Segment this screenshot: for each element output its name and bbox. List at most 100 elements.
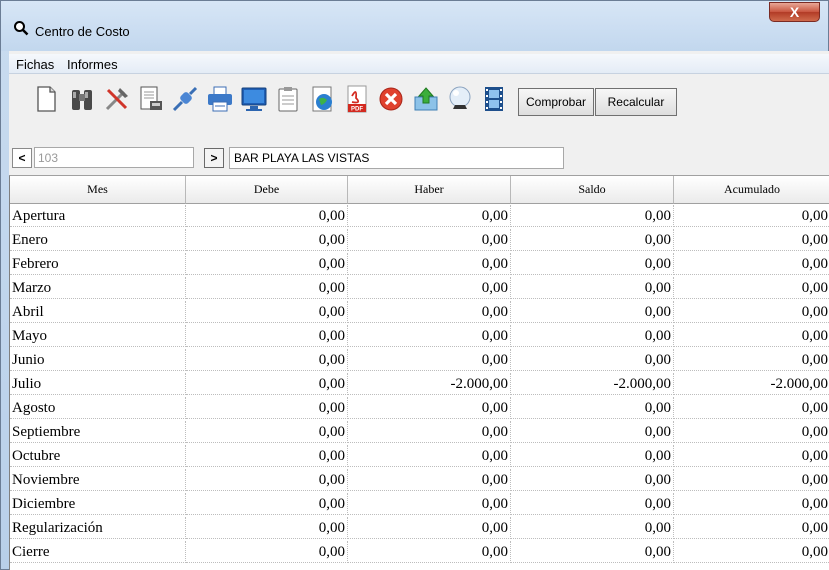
cell-saldo[interactable]: 0,00 <box>511 469 674 491</box>
table-row[interactable]: Febrero 0,00 0,00 0,00 0,00 <box>10 253 829 275</box>
cell-debe[interactable]: 0,00 <box>186 253 348 275</box>
cell-mes[interactable]: Septiembre <box>10 421 186 443</box>
cell-haber[interactable]: 0,00 <box>348 541 511 563</box>
cell-mes[interactable]: Apertura <box>10 205 186 227</box>
film-icon[interactable] <box>479 84 509 114</box>
code-field[interactable] <box>34 147 194 168</box>
cell-haber[interactable]: 0,00 <box>348 517 511 539</box>
cell-haber[interactable]: -2.000,00 <box>348 373 511 395</box>
new-document-icon[interactable] <box>31 84 61 114</box>
table-row[interactable]: Cierre 0,00 0,00 0,00 0,00 <box>10 541 829 563</box>
column-header-acumulado[interactable]: Acumulado <box>674 176 829 204</box>
cell-acumulado[interactable]: 0,00 <box>674 517 829 539</box>
comprobar-button[interactable]: Comprobar <box>518 88 594 116</box>
cell-mes[interactable]: Enero <box>10 229 186 251</box>
cell-debe[interactable]: 0,00 <box>186 493 348 515</box>
cell-saldo[interactable]: 0,00 <box>511 493 674 515</box>
table-row[interactable]: Mayo 0,00 0,00 0,00 0,00 <box>10 325 829 347</box>
table-row[interactable]: Diciembre 0,00 0,00 0,00 0,00 <box>10 493 829 515</box>
export-icon[interactable] <box>411 84 441 114</box>
name-field[interactable] <box>229 147 564 169</box>
cell-haber[interactable]: 0,00 <box>348 229 511 251</box>
cell-acumulado[interactable]: -2.000,00 <box>674 373 829 395</box>
cell-saldo[interactable]: 0,00 <box>511 397 674 419</box>
cell-debe[interactable]: 0,00 <box>186 469 348 491</box>
cell-mes[interactable]: Febrero <box>10 253 186 275</box>
table-row[interactable]: Junio 0,00 0,00 0,00 0,00 <box>10 349 829 371</box>
cell-haber[interactable]: 0,00 <box>348 469 511 491</box>
cell-haber[interactable]: 0,00 <box>348 445 511 467</box>
table-row[interactable]: Regularización 0,00 0,00 0,00 0,00 <box>10 517 829 539</box>
pdf-icon[interactable]: PDF <box>342 84 372 114</box>
cell-saldo[interactable]: 0,00 <box>511 541 674 563</box>
table-row[interactable]: Enero 0,00 0,00 0,00 0,00 <box>10 229 829 251</box>
cell-debe[interactable]: 0,00 <box>186 277 348 299</box>
menu-informes[interactable]: Informes <box>67 57 118 72</box>
table-row[interactable]: Agosto 0,00 0,00 0,00 0,00 <box>10 397 829 419</box>
cell-haber[interactable]: 0,00 <box>348 493 511 515</box>
cell-saldo[interactable]: 0,00 <box>511 229 674 251</box>
cell-mes[interactable]: Julio <box>10 373 186 395</box>
menu-fichas[interactable]: Fichas <box>16 57 54 72</box>
cell-acumulado[interactable]: 0,00 <box>674 445 829 467</box>
cell-mes[interactable]: Cierre <box>10 541 186 563</box>
cell-acumulado[interactable]: 0,00 <box>674 205 829 227</box>
cell-saldo[interactable]: 0,00 <box>511 325 674 347</box>
cell-saldo[interactable]: 0,00 <box>511 421 674 443</box>
table-row[interactable]: Noviembre 0,00 0,00 0,00 0,00 <box>10 469 829 491</box>
cell-haber[interactable]: 0,00 <box>348 253 511 275</box>
cell-acumulado[interactable]: 0,00 <box>674 349 829 371</box>
print-preview-icon[interactable] <box>136 84 166 114</box>
table-row[interactable]: Octubre 0,00 0,00 0,00 0,00 <box>10 445 829 467</box>
cell-haber[interactable]: 0,00 <box>348 349 511 371</box>
cell-acumulado[interactable]: 0,00 <box>674 253 829 275</box>
cell-debe[interactable]: 0,00 <box>186 205 348 227</box>
cell-mes[interactable]: Agosto <box>10 397 186 419</box>
cell-acumulado[interactable]: 0,00 <box>674 229 829 251</box>
tools-icon[interactable] <box>102 84 132 114</box>
cell-saldo[interactable]: 0,00 <box>511 301 674 323</box>
title-bar[interactable]: Centro de Costo X <box>1 1 828 51</box>
cell-acumulado[interactable]: 0,00 <box>674 421 829 443</box>
cell-mes[interactable]: Regularización <box>10 517 186 539</box>
cell-debe[interactable]: 0,00 <box>186 349 348 371</box>
printer-icon[interactable] <box>205 84 235 114</box>
cell-saldo[interactable]: -2.000,00 <box>511 373 674 395</box>
cell-haber[interactable]: 0,00 <box>348 421 511 443</box>
cell-acumulado[interactable]: 0,00 <box>674 541 829 563</box>
column-header-saldo[interactable]: Saldo <box>511 176 674 204</box>
column-header-mes[interactable]: Mes <box>10 176 186 204</box>
column-header-debe[interactable]: Debe <box>186 176 348 204</box>
cell-acumulado[interactable]: 0,00 <box>674 325 829 347</box>
cell-debe[interactable]: 0,00 <box>186 541 348 563</box>
cell-debe[interactable]: 0,00 <box>186 445 348 467</box>
cell-haber[interactable]: 0,00 <box>348 301 511 323</box>
cell-acumulado[interactable]: 0,00 <box>674 493 829 515</box>
cell-haber[interactable]: 0,00 <box>348 397 511 419</box>
clipboard-icon[interactable] <box>273 84 303 114</box>
cell-saldo[interactable]: 0,00 <box>511 277 674 299</box>
cell-saldo[interactable]: 0,00 <box>511 445 674 467</box>
cell-haber[interactable]: 0,00 <box>348 205 511 227</box>
cell-mes[interactable]: Octubre <box>10 445 186 467</box>
next-record-button[interactable]: > <box>204 148 224 168</box>
web-icon[interactable] <box>308 84 338 114</box>
table-row[interactable]: Apertura 0,00 0,00 0,00 0,00 <box>10 205 829 227</box>
cell-debe[interactable]: 0,00 <box>186 517 348 539</box>
cell-acumulado[interactable]: 0,00 <box>674 469 829 491</box>
cell-saldo[interactable]: 0,00 <box>511 349 674 371</box>
cancel-icon[interactable] <box>376 84 406 114</box>
cell-mes[interactable]: Diciembre <box>10 493 186 515</box>
table-row[interactable]: Julio 0,00 -2.000,00 -2.000,00 -2.000,00 <box>10 373 829 395</box>
table-row[interactable]: Septiembre 0,00 0,00 0,00 0,00 <box>10 421 829 443</box>
cell-debe[interactable]: 0,00 <box>186 301 348 323</box>
cell-acumulado[interactable]: 0,00 <box>674 301 829 323</box>
cell-mes[interactable]: Abril <box>10 301 186 323</box>
connect-icon[interactable] <box>170 84 200 114</box>
cell-saldo[interactable]: 0,00 <box>511 205 674 227</box>
cell-mes[interactable]: Marzo <box>10 277 186 299</box>
cell-saldo[interactable]: 0,00 <box>511 517 674 539</box>
column-header-haber[interactable]: Haber <box>348 176 511 204</box>
cell-debe[interactable]: 0,00 <box>186 397 348 419</box>
crystal-ball-icon[interactable] <box>445 84 475 114</box>
